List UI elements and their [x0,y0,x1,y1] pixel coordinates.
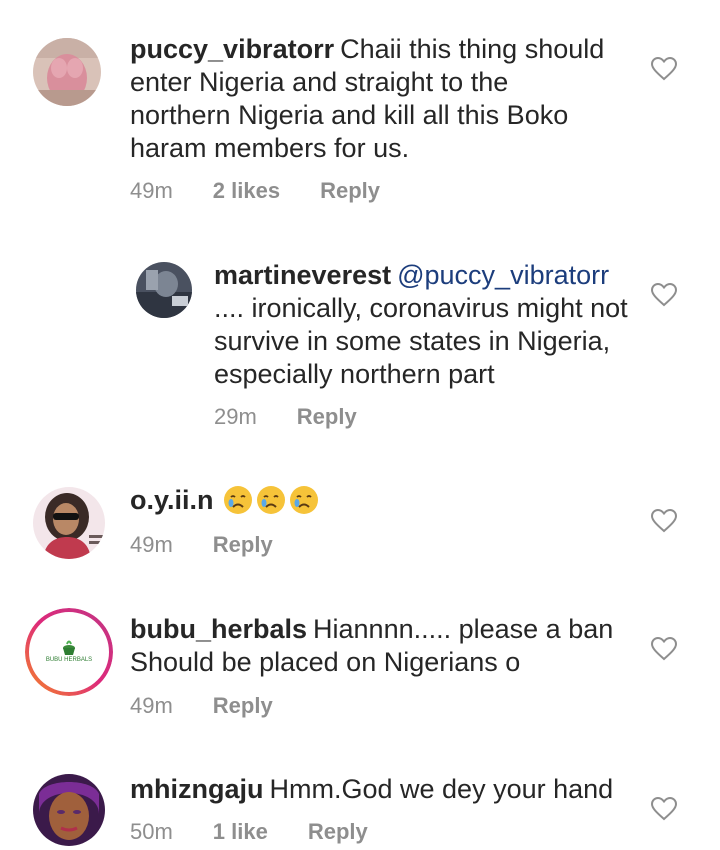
avatar-photo [25,608,113,696]
likes-count[interactable]: 2 likes [213,178,280,204]
comment-username[interactable]: puccy_vibratorr [130,34,334,64]
reply-button[interactable]: Reply [308,819,368,845]
comment-time: 49m [130,532,173,557]
heart-icon[interactable] [651,57,677,81]
comment-meta: 49m Reply [130,693,313,719]
comment-text: puccy_vibratorr Chaii this thing should e… [130,33,610,165]
comment-username[interactable]: bubu_herbals [130,614,307,644]
comment-text: bubu_herbals Hiannnn..... please a ban Sh… [130,613,620,679]
likes-count[interactable]: 1 like [213,819,268,845]
comment-text: martineverest @puccy_vibratorr.... ironic… [214,259,634,391]
avatar[interactable] [33,774,105,846]
heart-icon[interactable] [651,797,677,821]
avatar-photo [33,774,105,846]
avatar-photo [33,38,101,106]
comment-username[interactable]: mhizngaju [130,774,264,804]
reply-button[interactable]: Reply [213,532,273,558]
comment-body: Hmm.God we dey your hand [269,774,614,804]
comment-username[interactable]: o.y.ii.n [130,485,214,515]
comment-username[interactable]: martineverest [214,260,391,290]
comment-time: 49m [130,693,173,718]
avatar[interactable] [33,487,105,559]
comment-time: 50m [130,819,173,844]
crying-face-emoji [289,486,318,514]
avatar-photo [136,262,192,318]
comment-meta: 50m 1 like Reply [130,819,408,845]
comment-meta: 29m Reply [214,404,397,430]
comment-meta: 49m Reply [130,532,313,558]
avatar[interactable] [136,262,192,318]
comment-body: .... ironically, coronavirus might not s… [214,293,628,389]
avatar-story-ring[interactable]: BUBU HERBALS [25,608,113,696]
reply-button[interactable]: Reply [297,404,357,430]
crying-face-emoji [256,486,285,514]
reply-button[interactable]: Reply [320,178,380,204]
mention-link[interactable]: @puccy_vibratorr [397,260,609,290]
avatar-caption: BUBU HERBALS [45,657,93,663]
crying-face-emoji [223,486,252,514]
comment-time: 29m [214,404,257,429]
comment-text: mhizngaju Hmm.God we dey your hand [130,773,630,806]
heart-icon[interactable] [651,283,677,307]
avatar-photo [33,487,105,559]
comment-text: o.y.ii.n [130,484,610,517]
comment-time: 49m [130,178,173,203]
heart-icon[interactable] [651,509,677,533]
heart-icon[interactable] [651,637,677,661]
comment-meta: 49m 2 likes Reply [130,178,420,204]
reply-button[interactable]: Reply [213,693,273,719]
avatar[interactable] [33,38,101,106]
